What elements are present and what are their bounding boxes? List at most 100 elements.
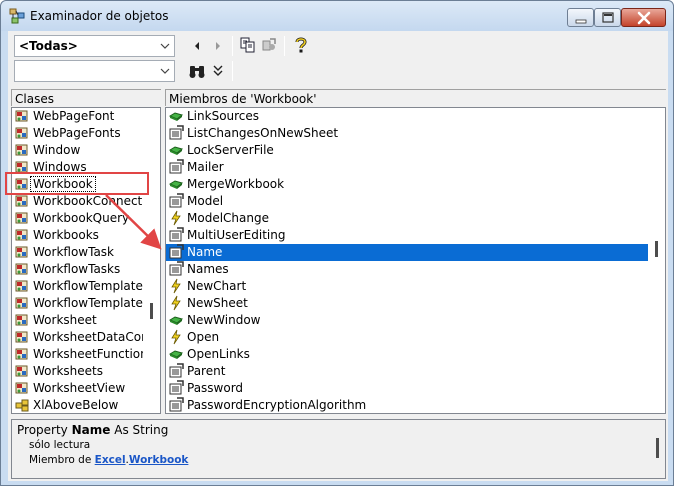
object-browser-icon xyxy=(9,8,25,24)
member-item[interactable]: Names xyxy=(166,261,648,278)
method-icon xyxy=(168,108,184,124)
class-item-label: WorksheetDataConr xyxy=(33,330,154,344)
class-item[interactable]: Worksheets xyxy=(12,363,143,380)
property-icon xyxy=(168,244,184,260)
member-item[interactable]: Open xyxy=(166,329,648,346)
member-item-label: Name xyxy=(187,245,223,259)
members-scroll-thumb[interactable] xyxy=(655,241,658,257)
class-icon xyxy=(14,227,30,243)
member-signature: Property Name As String xyxy=(17,423,168,437)
class-icon xyxy=(14,329,30,345)
member-item[interactable]: NewChart xyxy=(166,278,648,295)
member-item-label: MultiUserEditing xyxy=(187,228,286,242)
class-item[interactable]: WebPageFont xyxy=(12,108,143,125)
member-item[interactable]: MergeWorkbook xyxy=(166,176,648,193)
classes-scrollbar[interactable] xyxy=(143,108,160,413)
members-scrollbar[interactable] xyxy=(648,108,665,413)
class-icon xyxy=(14,261,30,277)
member-item-label: ListChangesOnNewSheet xyxy=(187,126,339,140)
member-item-label: Mailer xyxy=(187,160,224,174)
forward-icon[interactable] xyxy=(209,37,227,55)
class-item-label: WebPageFonts xyxy=(33,126,121,140)
view-definition-icon[interactable] xyxy=(260,36,278,54)
member-item[interactable]: NewSheet xyxy=(166,295,648,312)
member-item[interactable]: Parent xyxy=(166,363,648,380)
member-item[interactable]: PasswordEncryptionAlgorithm xyxy=(166,397,648,413)
class-item[interactable]: XlAboveBelow xyxy=(12,397,143,413)
maximize-button[interactable] xyxy=(594,8,621,27)
copy-icon[interactable] xyxy=(239,36,257,54)
member-item[interactable]: LinkSources xyxy=(166,108,648,125)
member-item[interactable]: Mailer xyxy=(166,159,648,176)
class-item[interactable]: WorkflowTemplates xyxy=(12,295,149,312)
member-item[interactable]: Password xyxy=(166,380,648,397)
member-item-label: Model xyxy=(187,194,224,208)
class-item[interactable]: WorkflowTasks xyxy=(12,261,143,278)
class-icon xyxy=(14,346,30,362)
class-icon xyxy=(14,244,30,260)
library-link[interactable]: Excel xyxy=(95,454,126,466)
back-icon[interactable] xyxy=(188,37,206,55)
class-item[interactable]: WorkflowTask xyxy=(12,244,143,261)
class-item[interactable]: WorksheetDataConr xyxy=(12,329,154,346)
member-item[interactable]: ModelChange xyxy=(166,210,648,227)
chevron-down-icon[interactable] xyxy=(160,66,170,76)
class-icon xyxy=(14,142,30,158)
class-item-label: WorksheetView xyxy=(33,381,126,395)
member-item[interactable]: Name xyxy=(166,244,648,261)
class-icon xyxy=(14,193,30,209)
toolbar-separator xyxy=(232,61,233,81)
class-icon xyxy=(14,210,30,226)
class-item-label: Worksheets xyxy=(33,364,103,378)
class-item[interactable]: Worksheet xyxy=(12,312,143,329)
class-item[interactable]: WorksheetFunction xyxy=(12,346,148,363)
member-item[interactable]: NewWindow xyxy=(166,312,648,329)
show-search-results-icon[interactable] xyxy=(209,62,227,80)
class-item[interactable]: WorksheetView xyxy=(12,380,143,397)
details-scroll-thumb[interactable] xyxy=(656,438,659,458)
class-item[interactable]: WorkbookConnectio xyxy=(12,193,153,210)
property-icon xyxy=(168,380,184,396)
members-list[interactable]: LinkSources ListChangesOnNewSheet LockServ… xyxy=(165,107,666,414)
class-icon xyxy=(14,278,30,294)
class-link[interactable]: Workbook xyxy=(129,454,189,466)
class-item[interactable]: WebPageFonts xyxy=(12,125,143,142)
toolbar-separator xyxy=(232,36,233,56)
class-icon xyxy=(14,380,30,396)
member-item-label: Password xyxy=(187,381,244,395)
class-item-label: XlAboveBelow xyxy=(33,398,119,412)
class-item[interactable]: WorkflowTemplate xyxy=(12,278,143,295)
member-item[interactable]: LockServerFile xyxy=(166,142,648,159)
client-area: <Todas> Clases WebPageFont WebPageFonts … xyxy=(8,31,668,481)
enum-icon xyxy=(14,397,30,413)
method-icon xyxy=(168,312,184,328)
class-item[interactable]: Window xyxy=(12,142,143,159)
chevron-down-icon[interactable] xyxy=(160,41,170,51)
close-button[interactable] xyxy=(621,8,666,27)
library-combo[interactable]: <Todas> xyxy=(14,35,175,57)
class-item[interactable]: WorkbookQuery xyxy=(12,210,143,227)
member-item[interactable]: OpenLinks xyxy=(166,346,648,363)
class-icon xyxy=(14,125,30,141)
member-item[interactable]: ListChangesOnNewSheet xyxy=(166,125,648,142)
member-item[interactable]: MultiUserEditing xyxy=(166,227,648,244)
classes-scroll-thumb[interactable] xyxy=(150,303,153,319)
classes-list[interactable]: WebPageFont WebPageFonts Window Windows Work… xyxy=(11,107,161,414)
property-icon xyxy=(168,261,184,277)
object-browser-window: Examinador de objetos <Todas> Clases Web… xyxy=(0,0,674,486)
search-binoculars-icon[interactable] xyxy=(188,62,206,80)
minimize-button[interactable] xyxy=(567,8,594,27)
search-text-combo[interactable] xyxy=(14,60,175,82)
event-icon xyxy=(168,210,184,226)
member-item[interactable]: Model xyxy=(166,193,648,210)
help-icon[interactable] xyxy=(292,36,310,54)
property-icon xyxy=(168,227,184,243)
property-icon xyxy=(168,159,184,175)
member-item-label: Names xyxy=(187,262,229,276)
library-combo-value: <Todas> xyxy=(19,39,78,53)
member-item-label: NewSheet xyxy=(187,296,248,310)
member-item-label: MergeWorkbook xyxy=(187,177,285,191)
window-title: Examinador de objetos xyxy=(30,9,169,23)
title-bar[interactable]: Examinador de objetos xyxy=(1,1,673,31)
class-item[interactable]: Workbooks xyxy=(12,227,143,244)
